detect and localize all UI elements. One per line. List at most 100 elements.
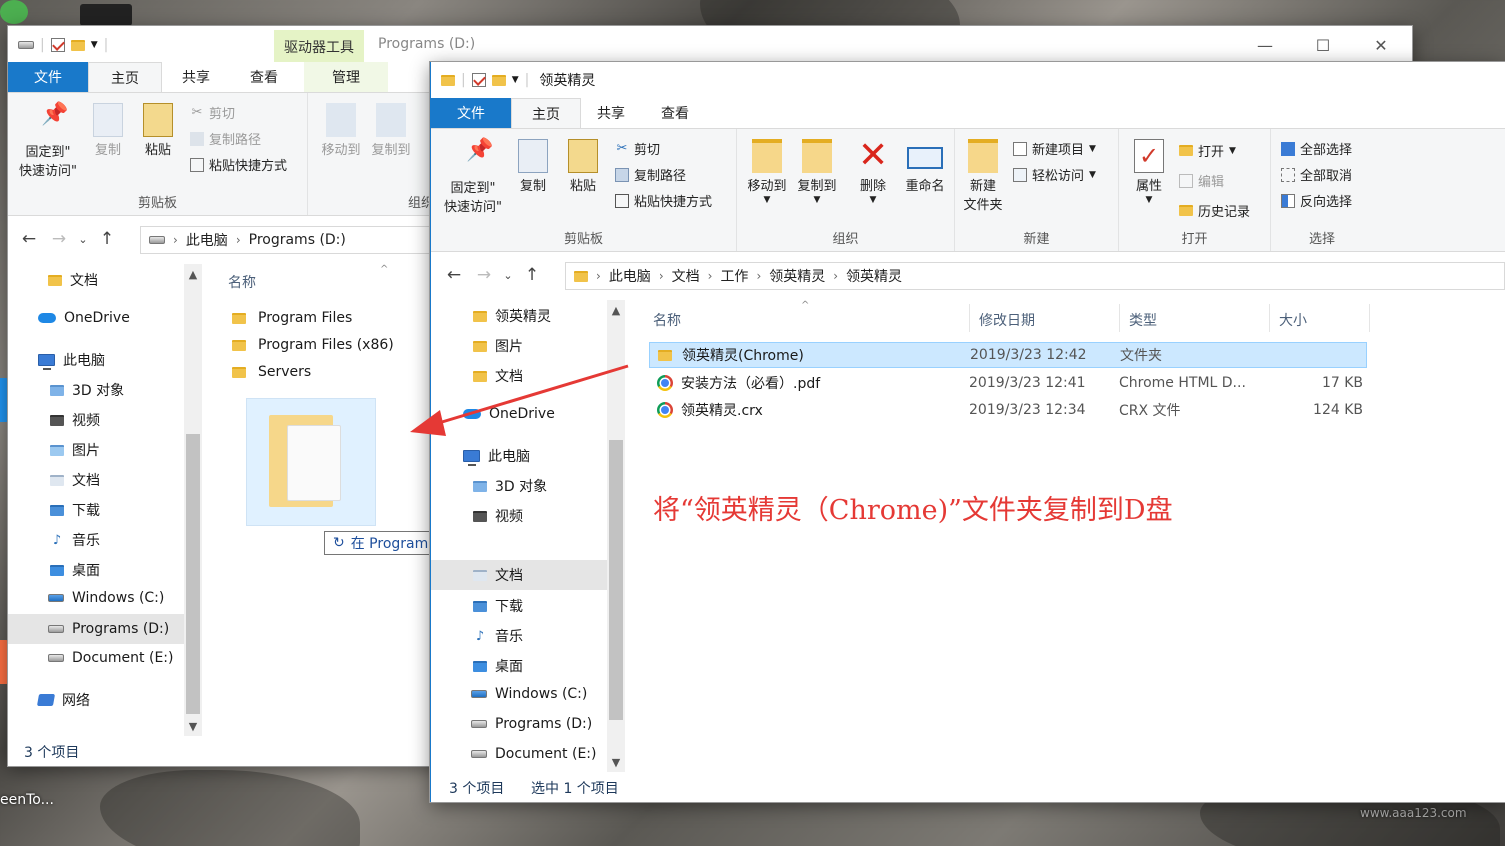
nav-item-documents-2[interactable]: 文档 <box>431 560 607 590</box>
cut-button[interactable]: ✂ 剪切 <box>615 139 660 158</box>
tab-file[interactable]: 文件 <box>8 62 88 92</box>
title-bar[interactable]: | ▼ | 驱动器工具 Programs (D:) — ☐ ✕ <box>8 26 1412 64</box>
nav-item-document-e[interactable]: Document (E:) <box>471 746 596 762</box>
new-folder-icon[interactable] <box>491 74 506 86</box>
paste-shortcut-button[interactable]: 粘贴快捷方式 <box>190 155 287 174</box>
recent-dropdown-icon[interactable]: ⌄ <box>499 269 517 282</box>
nav-scrollbar[interactable]: ▲ ▼ <box>184 264 202 736</box>
breadcrumb-documents[interactable]: 文档 <box>672 266 700 286</box>
select-all-button[interactable]: 全部选择 <box>1281 139 1352 158</box>
nav-item-onedrive[interactable]: OneDrive <box>38 310 130 326</box>
desktop-app-icon[interactable] <box>0 0 28 24</box>
scroll-thumb[interactable] <box>186 434 200 714</box>
nav-item-music[interactable]: ♪ 音乐 <box>473 626 523 646</box>
nav-item-videos[interactable]: 视频 <box>50 410 100 430</box>
file-row[interactable]: Program Files (x86) <box>232 337 394 353</box>
forward-arrow-icon[interactable]: → <box>469 265 499 285</box>
rename-button[interactable]: 重命名 <box>899 139 951 196</box>
nav-item-music[interactable]: ♪ 音乐 <box>50 530 100 550</box>
history-button[interactable]: 历史记录 <box>1179 201 1250 220</box>
new-item-button[interactable]: 新建项目 ▼ <box>1013 139 1096 158</box>
properties-check-icon[interactable] <box>471 73 486 87</box>
move-to-button[interactable]: 移动到 <box>318 103 364 160</box>
nav-item-downloads[interactable]: 下载 <box>473 596 523 616</box>
file-row[interactable]: Servers <box>232 364 311 380</box>
file-row[interactable]: 领英精灵.crx 2019/3/23 12:34 CRX 文件 124 KB <box>649 397 1367 423</box>
pin-quick-access-button[interactable]: 📌 固定到" 快速访问" <box>12 104 84 181</box>
properties-check-icon[interactable] <box>50 38 65 52</box>
nav-item-windows-c[interactable]: Windows (C:) <box>471 686 587 702</box>
nav-item-pictures[interactable]: 图片 <box>50 440 100 460</box>
foreground-explorer-window[interactable]: | ▼ | 领英精灵 文件 主页 共享 查看 📌 固定到" 快速访问" 复制 粘贴… <box>430 62 1505 802</box>
tab-share[interactable]: 共享 <box>581 98 641 128</box>
nav-item-document-e[interactable]: Document (E:) <box>48 650 173 666</box>
recent-dropdown-icon[interactable]: ⌄ <box>74 233 92 246</box>
move-to-button[interactable]: 移动到 ▼ <box>743 139 791 205</box>
qat-dropdown-icon[interactable]: ▼ <box>512 75 519 85</box>
open-button[interactable]: 打开 ▼ <box>1179 141 1236 160</box>
breadcrumb-lingying[interactable]: 领英精灵 <box>769 266 825 286</box>
desktop-icon-label[interactable]: eenTo... <box>0 792 54 808</box>
pin-quick-access-button[interactable]: 📌 固定到" 快速访问" <box>437 140 509 217</box>
minimize-button[interactable]: — <box>1236 30 1294 60</box>
nav-item-programs-d[interactable]: Programs (D:) <box>471 716 592 732</box>
nav-item-3d-objects[interactable]: 3D 对象 <box>473 476 547 496</box>
file-row[interactable]: 领英精灵(Chrome) 2019/3/23 12:42 文件夹 <box>649 342 1367 368</box>
file-row[interactable]: Program Files <box>232 310 352 326</box>
nav-scrollbar[interactable]: ▲ ▼ <box>607 300 625 772</box>
delete-button[interactable]: ✕ 删除 ▼ <box>853 138 893 205</box>
nav-item-onedrive[interactable]: OneDrive <box>463 406 555 422</box>
scroll-up-icon[interactable]: ▲ <box>607 304 625 317</box>
breadcrumb-programs-d[interactable]: Programs (D:) <box>249 232 346 248</box>
address-box[interactable]: › 此电脑 › Programs (D:) <box>140 226 440 254</box>
file-row[interactable]: 安装方法（必看）.pdf 2019/3/23 12:41 Chrome HTML… <box>649 370 1367 396</box>
nav-item-this-pc[interactable]: 此电脑 <box>463 446 530 466</box>
invert-selection-button[interactable]: 反向选择 <box>1281 191 1352 210</box>
breadcrumb-this-pc[interactable]: 此电脑 <box>609 266 651 286</box>
nav-item-programs-d[interactable]: Programs (D:) <box>8 614 184 644</box>
desktop-app-icon[interactable] <box>80 4 132 26</box>
scroll-down-icon[interactable]: ▼ <box>184 720 202 733</box>
copy-path-button[interactable]: 复制路径 <box>615 165 686 184</box>
tab-view[interactable]: 查看 <box>641 98 709 128</box>
tab-share[interactable]: 共享 <box>162 62 230 92</box>
copy-path-button[interactable]: 复制路径 <box>190 129 261 148</box>
back-arrow-icon[interactable]: ← <box>14 229 44 249</box>
paste-button[interactable]: 粘贴 <box>138 103 178 160</box>
scroll-thumb[interactable] <box>609 440 623 720</box>
nav-item-lingying[interactable]: 领英精灵 <box>473 306 551 326</box>
nav-item-documents[interactable]: 文档 <box>48 270 98 290</box>
back-arrow-icon[interactable]: ← <box>439 265 469 285</box>
column-name-header[interactable]: 名称 <box>653 310 681 330</box>
paste-button[interactable]: 粘贴 <box>563 139 603 196</box>
cut-button[interactable]: ✂ 剪切 <box>190 103 235 122</box>
copy-button[interactable]: 复制 <box>88 103 128 160</box>
new-folder-icon[interactable] <box>70 39 85 51</box>
breadcrumb-this-pc[interactable]: 此电脑 <box>186 230 228 250</box>
select-none-button[interactable]: 全部取消 <box>1281 165 1352 184</box>
easy-access-button[interactable]: 轻松访问 ▼ <box>1013 165 1096 184</box>
scroll-down-icon[interactable]: ▼ <box>607 756 625 769</box>
nav-item-windows-c[interactable]: Windows (C:) <box>48 590 164 606</box>
forward-arrow-icon[interactable]: → <box>44 229 74 249</box>
column-type-header[interactable]: 类型 <box>1129 310 1157 330</box>
nav-item-videos[interactable]: 视频 <box>473 506 523 526</box>
nav-item-documents[interactable]: 文档 <box>473 366 523 386</box>
new-folder-button[interactable]: 新建 文件夹 <box>961 139 1005 215</box>
nav-item-pictures[interactable]: 图片 <box>473 336 523 356</box>
title-bar[interactable]: | ▼ | 领英精灵 <box>431 62 1505 98</box>
nav-item-network[interactable]: 网络 <box>36 690 90 710</box>
close-button[interactable]: ✕ <box>1352 30 1410 60</box>
nav-item-downloads[interactable]: 下载 <box>50 500 100 520</box>
copy-button[interactable]: 复制 <box>513 139 553 196</box>
copy-to-button[interactable]: 复制到 ▼ <box>793 139 841 205</box>
edit-button[interactable]: 编辑 <box>1179 171 1224 190</box>
column-date-header[interactable]: 修改日期 <box>979 310 1035 330</box>
up-arrow-icon[interactable]: ↑ <box>92 229 122 249</box>
tab-home[interactable]: 主页 <box>511 98 581 128</box>
column-size-header[interactable]: 大小 <box>1279 310 1307 330</box>
tab-file[interactable]: 文件 <box>431 98 511 128</box>
tab-view[interactable]: 查看 <box>230 62 298 92</box>
maximize-button[interactable]: ☐ <box>1294 30 1352 60</box>
address-box[interactable]: › 此电脑 › 文档 › 工作 › 领英精灵 › 领英精灵 <box>565 262 1505 290</box>
